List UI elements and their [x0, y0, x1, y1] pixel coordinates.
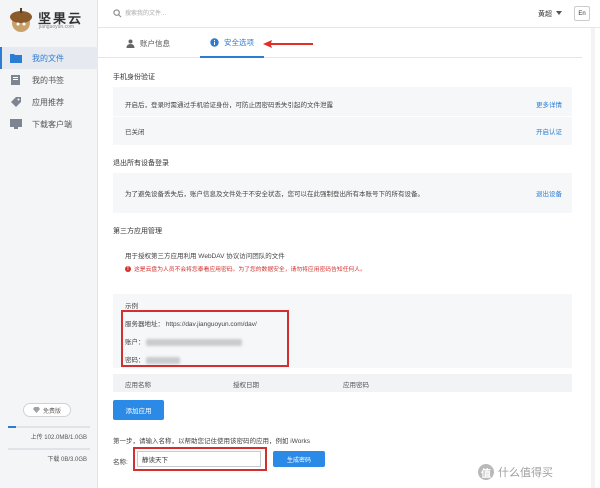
section-title-third-party: 第三方应用管理 [113, 228, 162, 235]
app-domain: jianguoyun.com [39, 24, 75, 30]
phone-verify-description: 开启后，登录时需通过手机验证身份，可防止因密码丢失引起的文件泄露 [125, 102, 333, 109]
plan-badge[interactable]: 免费版 [23, 403, 71, 417]
divider [113, 116, 572, 117]
column-header-auth-date: 授权日期 [233, 382, 259, 389]
tab-security-options[interactable]: 安全选项 [200, 28, 264, 58]
section-title-phone-verify: 手机身份验证 [113, 74, 155, 81]
app-name-highlight [133, 447, 267, 471]
upload-quota-fill [8, 426, 17, 428]
password-warning: ! 这是云盘为人员不会将您泰看应用密码。为了您的数据安全，请勿将应用密码告知任何… [125, 264, 366, 273]
diamond-icon [32, 407, 40, 413]
step-one-text: 第一步，请输入名称，以帮助您记住使用该密码的应用，例如 iWorks [113, 438, 311, 445]
sidebar-item-label: 我的文件 [32, 53, 64, 63]
security-content: 手机身份验证 开启后，登录时需通过手机验证身份，可防止因密码丢失引起的文件泄露 … [98, 58, 582, 488]
tab-label: 安全选项 [224, 37, 254, 47]
download-quota-text: 下载 0B/3.0GB [47, 457, 87, 463]
acorn-logo-icon [10, 8, 32, 32]
sidebar-item-my-files[interactable]: 我的文件 [0, 47, 98, 69]
warning-text: 这是云盘为人员不会将您泰看应用密码。为了您的数据安全，请勿将应用密码告知任何人。 [134, 267, 366, 273]
monitor-icon [10, 119, 22, 129]
phone-verify-panel: 开启后，登录时需通过手机验证身份，可防止因密码丢失引起的文件泄露 更多详情 已关… [113, 87, 572, 145]
generate-password-button[interactable]: 生成密码 [273, 451, 325, 467]
search-input[interactable] [125, 7, 325, 21]
sidebar-item-bookmarks[interactable]: 我的书签 [0, 69, 98, 91]
upload-quota-bar [8, 426, 90, 428]
watermark: 值 什么值得买 [478, 462, 598, 482]
top-bar: 黄超 En [98, 0, 600, 28]
download-quota-bar [8, 448, 90, 450]
sidebar-item-label: 应用推荐 [32, 97, 64, 107]
scrollbar[interactable] [590, 28, 596, 488]
user-menu[interactable]: 黄超 [538, 9, 552, 19]
sidebar-item-label: 下载客户端 [32, 119, 72, 129]
folder-icon [10, 54, 22, 63]
search-icon[interactable] [113, 9, 122, 18]
enable-auth-link[interactable]: 开启认证 [536, 126, 562, 136]
tab-account-info[interactable]: 账户信息 [122, 28, 174, 58]
third-party-info: 用于授权第三方应用利用 WebDAV 协议访问团队的文件 ! 这是云盘为人员不会… [113, 241, 572, 287]
language-button[interactable]: En [574, 6, 590, 21]
webdav-credentials-highlight [121, 310, 289, 367]
watermark-badge: 值 [478, 464, 494, 480]
bookmark-icon [11, 75, 20, 85]
user-icon [126, 39, 135, 48]
column-header-app-name: 应用名称 [125, 382, 151, 389]
more-details-link[interactable]: 更多详情 [536, 99, 562, 109]
tag-icon [11, 97, 21, 107]
watermark-text: 什么值得买 [498, 467, 553, 479]
sidebar-item-app-recommend[interactable]: 应用推荐 [0, 91, 98, 113]
tab-label: 账户信息 [140, 38, 170, 48]
sidebar-item-download-client[interactable]: 下载客户端 [0, 113, 98, 135]
sidebar-item-label: 我的书签 [32, 75, 64, 85]
logout-all-panel: 为了避免设备丢失后，账户信息及文件处于不安全状态，您可以在此强制登出所有本账号下… [113, 173, 572, 213]
third-party-description: 用于授权第三方应用利用 WebDAV 协议访问团队的文件 [125, 253, 285, 260]
logout-devices-link[interactable]: 退出设备 [536, 188, 562, 198]
upload-quota-text: 上传 102.0MB/1.0GB [30, 435, 87, 441]
settings-tabs: 账户信息 安全选项 [98, 28, 582, 58]
info-icon [210, 37, 219, 47]
add-app-button[interactable]: 添加应用 [113, 400, 164, 420]
section-title-logout-all: 退出所有设备登录 [113, 160, 169, 167]
phone-verify-status: 已关闭 [125, 129, 145, 136]
red-arrow-annotation [263, 40, 313, 48]
chevron-down-icon[interactable] [556, 11, 562, 15]
example-label: 示例 [125, 303, 138, 310]
name-field-label: 名称: [113, 459, 128, 466]
sidebar: 坚果云 jianguoyun.com 我的文件 我的书签 应用推荐 下载客户端 … [0, 0, 98, 488]
logout-all-description: 为了避免设备丢失后，账户信息及文件处于不安全状态，您可以在此强制登出所有本账号下… [125, 191, 424, 198]
warning-icon: ! [125, 265, 131, 272]
plan-badge-label: 免费版 [42, 408, 61, 415]
app-logo[interactable]: 坚果云 jianguoyun.com [8, 6, 96, 34]
column-header-app-password: 应用密码 [343, 382, 369, 389]
app-table-header: 应用名称 授权日期 应用密码 [113, 374, 572, 392]
